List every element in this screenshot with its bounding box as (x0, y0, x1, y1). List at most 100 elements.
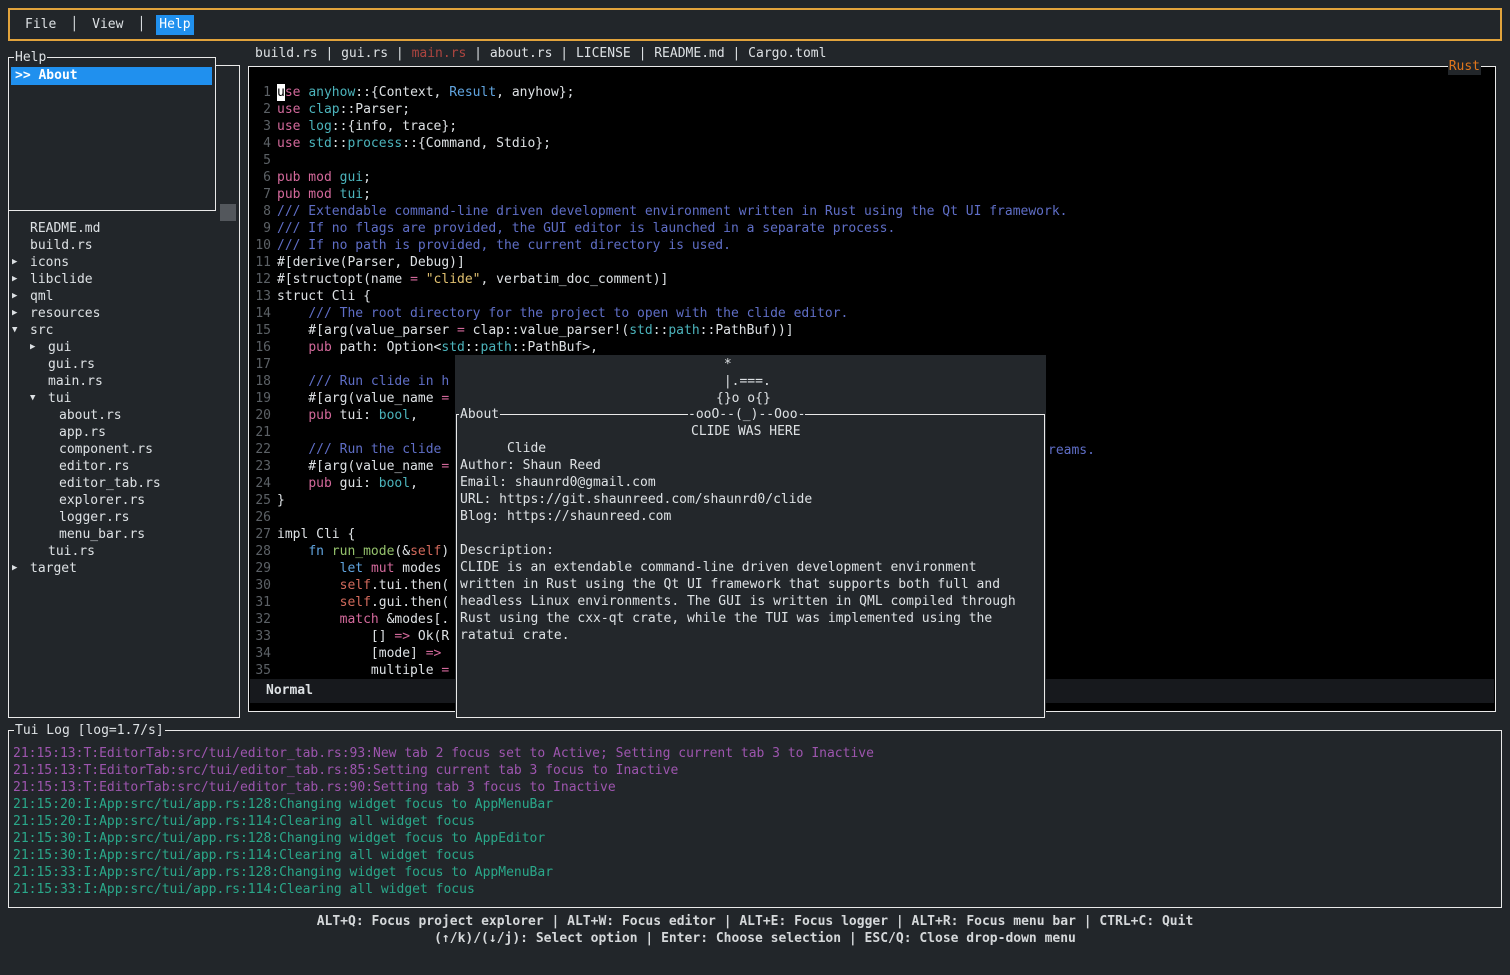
code-token: .gui.then( (371, 594, 449, 611)
tree-item-tui-rs[interactable]: tui.rs (9, 543, 239, 560)
line-number: 22 (255, 441, 271, 458)
code-token: = (457, 322, 465, 339)
tree-item-menu_bar-rs[interactable]: menu_bar.rs (9, 526, 239, 543)
line-number: 33 (255, 628, 271, 645)
tree-item-app-rs[interactable]: app.rs (9, 424, 239, 441)
code-token: gui (340, 169, 363, 186)
tab-cargo.toml[interactable]: Cargo.toml (748, 46, 826, 61)
tree-item-tui[interactable]: ▼tui (9, 390, 239, 407)
code-token: mut (371, 560, 394, 577)
tree-item-main-rs[interactable]: main.rs (9, 373, 239, 390)
tree-item-component-rs[interactable]: component.rs (9, 441, 239, 458)
menu-item-file[interactable]: File (22, 15, 59, 35)
code-token (277, 475, 308, 492)
line-number: 21 (255, 424, 271, 441)
line-number: 14 (255, 305, 271, 322)
tree-item-label: app.rs (59, 424, 106, 441)
code-token (277, 594, 340, 611)
explorer-scrollbar-thumb[interactable] (220, 204, 236, 221)
tree-indent (12, 237, 30, 254)
tab-gui.rs[interactable]: gui.rs (341, 46, 388, 61)
code-token: modes (394, 560, 441, 577)
kilroy-ascii-art: * |.===. {}o o{} (716, 356, 771, 407)
menu-separator: │ (137, 17, 145, 32)
tree-item-readme-md[interactable]: README.md (9, 220, 239, 237)
tree-item-gui[interactable]: ▶gui (9, 339, 239, 356)
log-entry-info: 21:15:33:I:App:src/tui/app.rs:128:Changi… (13, 864, 1499, 881)
code-token: tui: (332, 407, 379, 424)
line-number: 12 (255, 271, 271, 288)
tab-separator: | (466, 46, 489, 61)
tab-build.rs[interactable]: build.rs (255, 46, 318, 61)
menu-bar: File│View│Help (8, 8, 1502, 41)
shortcut-line-2: (↑/k)/(↓/j): Select option | Enter: Choo… (0, 930, 1510, 947)
code-line: 6pub mod gui; (255, 169, 1493, 186)
log-entry-info: 21:15:30:I:App:src/tui/app.rs:114:Cleari… (13, 847, 1499, 864)
code-token: se (285, 84, 301, 101)
tree-item-explorer-rs[interactable]: explorer.rs (9, 492, 239, 509)
tab-about.rs[interactable]: about.rs (490, 46, 553, 61)
tab-readme.md[interactable]: README.md (654, 46, 724, 61)
tree-item-label: README.md (30, 220, 100, 237)
code-line: 9/// If no flags are provided, the GUI e… (255, 220, 1493, 237)
code-token: run_mode (332, 543, 395, 560)
code-token: pub mod (277, 169, 332, 186)
code-token: :: (332, 135, 348, 152)
text-cursor: u (277, 84, 285, 101)
chevron-collapsed-icon: ▶ (30, 339, 48, 356)
code-line: 1use anyhow::{Context, Result, anyhow}; (255, 84, 1493, 101)
line-number: 5 (255, 152, 271, 169)
tree-item-target[interactable]: ▶target (9, 560, 239, 577)
code-token: ::PathBuf))] (700, 322, 794, 339)
tree-item-icons[interactable]: ▶icons (9, 254, 239, 271)
tree-item-editor_tab-rs[interactable]: editor_tab.rs (9, 475, 239, 492)
menu-item-help[interactable]: Help (156, 15, 193, 35)
code-token: , (410, 407, 418, 424)
tab-separator: | (388, 46, 411, 61)
tree-item-label: logger.rs (59, 509, 129, 526)
line-number: 1 (255, 84, 271, 101)
code-token: let (340, 560, 363, 577)
line-number: 23 (255, 458, 271, 475)
tree-item-label: build.rs (30, 237, 93, 254)
tree-item-libclide[interactable]: ▶libclide (9, 271, 239, 288)
tui-log-panel[interactable]: Tui Log [log=1.7/s] 21:15:13:T:EditorTab… (8, 730, 1502, 908)
tree-item-label: editor_tab.rs (59, 475, 161, 492)
code-line: 3use log::{info, trace}; (255, 118, 1493, 135)
code-line: 4use std::process::{Command, Stdio}; (255, 135, 1493, 152)
code-token: ; (363, 169, 371, 186)
tree-item-build-rs[interactable]: build.rs (9, 237, 239, 254)
log-entry-trace: 21:15:13:T:EditorTab:src/tui/editor_tab.… (13, 779, 1499, 796)
code-token: ::Parser; (340, 101, 410, 118)
tab-license[interactable]: LICENSE (576, 46, 631, 61)
code-token (300, 135, 308, 152)
menu-item-view[interactable]: View (89, 15, 126, 35)
code-token (363, 560, 371, 577)
tree-item-gui-rs[interactable]: gui.rs (9, 356, 239, 373)
tree-item-about-rs[interactable]: about.rs (9, 407, 239, 424)
tab-separator: | (552, 46, 575, 61)
code-token: :: (653, 322, 669, 339)
tree-item-editor-rs[interactable]: editor.rs (9, 458, 239, 475)
about-line: Description: (457, 542, 1044, 559)
code-token: pub (308, 339, 331, 356)
tree-item-label: libclide (30, 271, 93, 288)
tree-item-src[interactable]: ▼src (9, 322, 239, 339)
code-line: 12#[structopt(name = "clide", verbatim_d… (255, 271, 1493, 288)
menu-item-about[interactable]: >> About (11, 67, 212, 85)
log-entry-info: 21:15:20:I:App:src/tui/app.rs:128:Changi… (13, 796, 1499, 813)
tree-item-logger-rs[interactable]: logger.rs (9, 509, 239, 526)
tree-item-label: main.rs (48, 373, 103, 390)
code-token (277, 611, 340, 628)
tab-main.rs[interactable]: main.rs (412, 46, 467, 61)
tree-item-resources[interactable]: ▶resources (9, 305, 239, 322)
line-number: 13 (255, 288, 271, 305)
tree-item-label: qml (30, 288, 53, 305)
code-token: ::{Context, (355, 84, 449, 101)
chevron-collapsed-icon: ▶ (12, 288, 30, 305)
code-token (332, 169, 340, 186)
code-line: 7pub mod tui; (255, 186, 1493, 203)
code-token: clap::value_parser!( (465, 322, 629, 339)
tab-separator: | (318, 46, 341, 61)
tree-item-qml[interactable]: ▶qml (9, 288, 239, 305)
